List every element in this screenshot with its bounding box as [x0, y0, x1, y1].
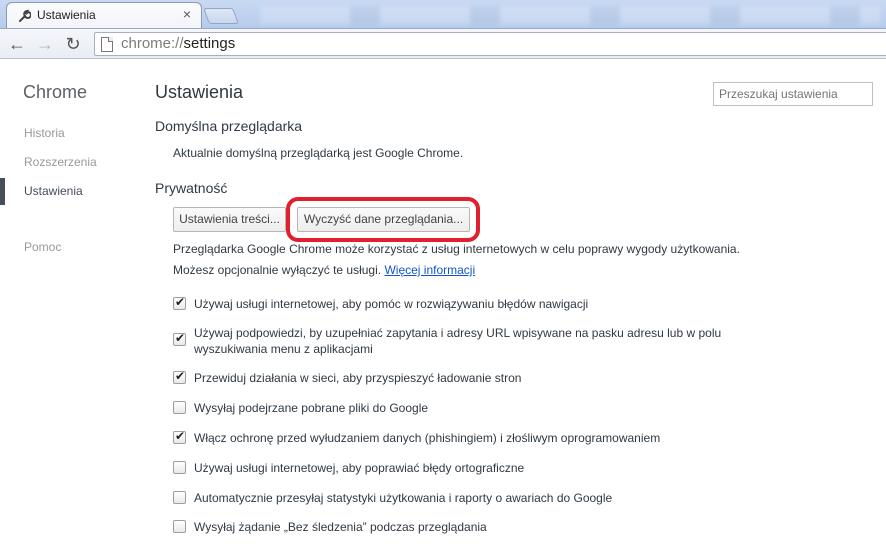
url-text: chrome://settings — [121, 35, 236, 52]
option-label: Używaj usługi internetowej, aby pomóc w … — [194, 297, 589, 311]
content-settings-button[interactable]: Ustawienia treści... — [173, 207, 286, 232]
search-settings-input[interactable] — [713, 82, 873, 106]
back-arrow-icon[interactable]: ← — [6, 33, 28, 55]
checkbox[interactable] — [173, 491, 186, 504]
default-browser-text: Aktualnie domyślną przeglądarką jest Goo… — [173, 146, 464, 160]
highlight-annotation — [286, 197, 480, 242]
wrench-icon — [19, 9, 31, 22]
background-tabs — [260, 6, 880, 24]
sidebar-title: Chrome — [23, 82, 88, 102]
privacy-heading: Prywatność — [155, 180, 228, 196]
toolbar: ← → ↻ chrome://settings — [0, 29, 886, 59]
sidebar-active-indicator — [0, 178, 5, 205]
option-label: Automatycznie przesyłaj statystyki użytk… — [194, 491, 613, 505]
option-label: Przewiduj działania w sieci, aby przyspi… — [194, 371, 522, 385]
sidebar-item-settings[interactable]: Ustawienia — [24, 184, 83, 198]
sidebar: Chrome Historia Rozszerzenia Ustawienia … — [0, 60, 150, 553]
learn-more-link[interactable]: Więcej informacji — [384, 263, 475, 277]
checkbox[interactable] — [173, 369, 186, 384]
option-label: Włącz ochronę przed wyłudzaniem danych (… — [194, 431, 661, 445]
page-icon — [101, 37, 113, 52]
reload-icon[interactable]: ↻ — [62, 33, 84, 55]
checkbox[interactable] — [173, 520, 186, 533]
option-label: Wysyłaj żądanie „Bez śledzenia” podczas … — [194, 520, 487, 534]
sidebar-item-history[interactable]: Historia — [24, 126, 65, 140]
privacy-info-text: Przeglądarka Google Chrome może korzysta… — [173, 242, 740, 256]
checkbox[interactable] — [173, 401, 186, 414]
tab-title: Ustawienia — [37, 8, 96, 22]
option-label: Używaj usługi internetowej, aby poprawia… — [194, 461, 525, 475]
close-tab-icon[interactable]: × — [183, 6, 191, 22]
page-title: Ustawienia — [155, 82, 244, 102]
address-bar[interactable]: chrome://settings — [94, 32, 886, 56]
privacy-info-text-2: Możesz opcjonalnie wyłączyć te usługi. W… — [173, 263, 476, 277]
option-label: Używaj podpowiedzi, by uzupełniać zapyta… — [194, 326, 722, 356]
sidebar-item-extensions[interactable]: Rozszerzenia — [24, 155, 97, 169]
forward-arrow-icon[interactable]: → — [34, 33, 56, 55]
tab-strip: Ustawienia × — [0, 0, 886, 29]
checkbox[interactable] — [173, 461, 186, 474]
default-browser-heading: Domyślna przeglądarka — [155, 118, 303, 134]
checkbox[interactable] — [173, 331, 186, 346]
tab-settings[interactable]: Ustawienia × — [6, 2, 202, 28]
checkbox[interactable] — [173, 429, 186, 444]
new-tab-button[interactable] — [203, 8, 239, 24]
option-label: Wysyłaj podejrzane pobrane pliki do Goog… — [194, 401, 429, 415]
sidebar-item-help[interactable]: Pomoc — [24, 240, 61, 254]
checkbox[interactable] — [173, 295, 186, 310]
